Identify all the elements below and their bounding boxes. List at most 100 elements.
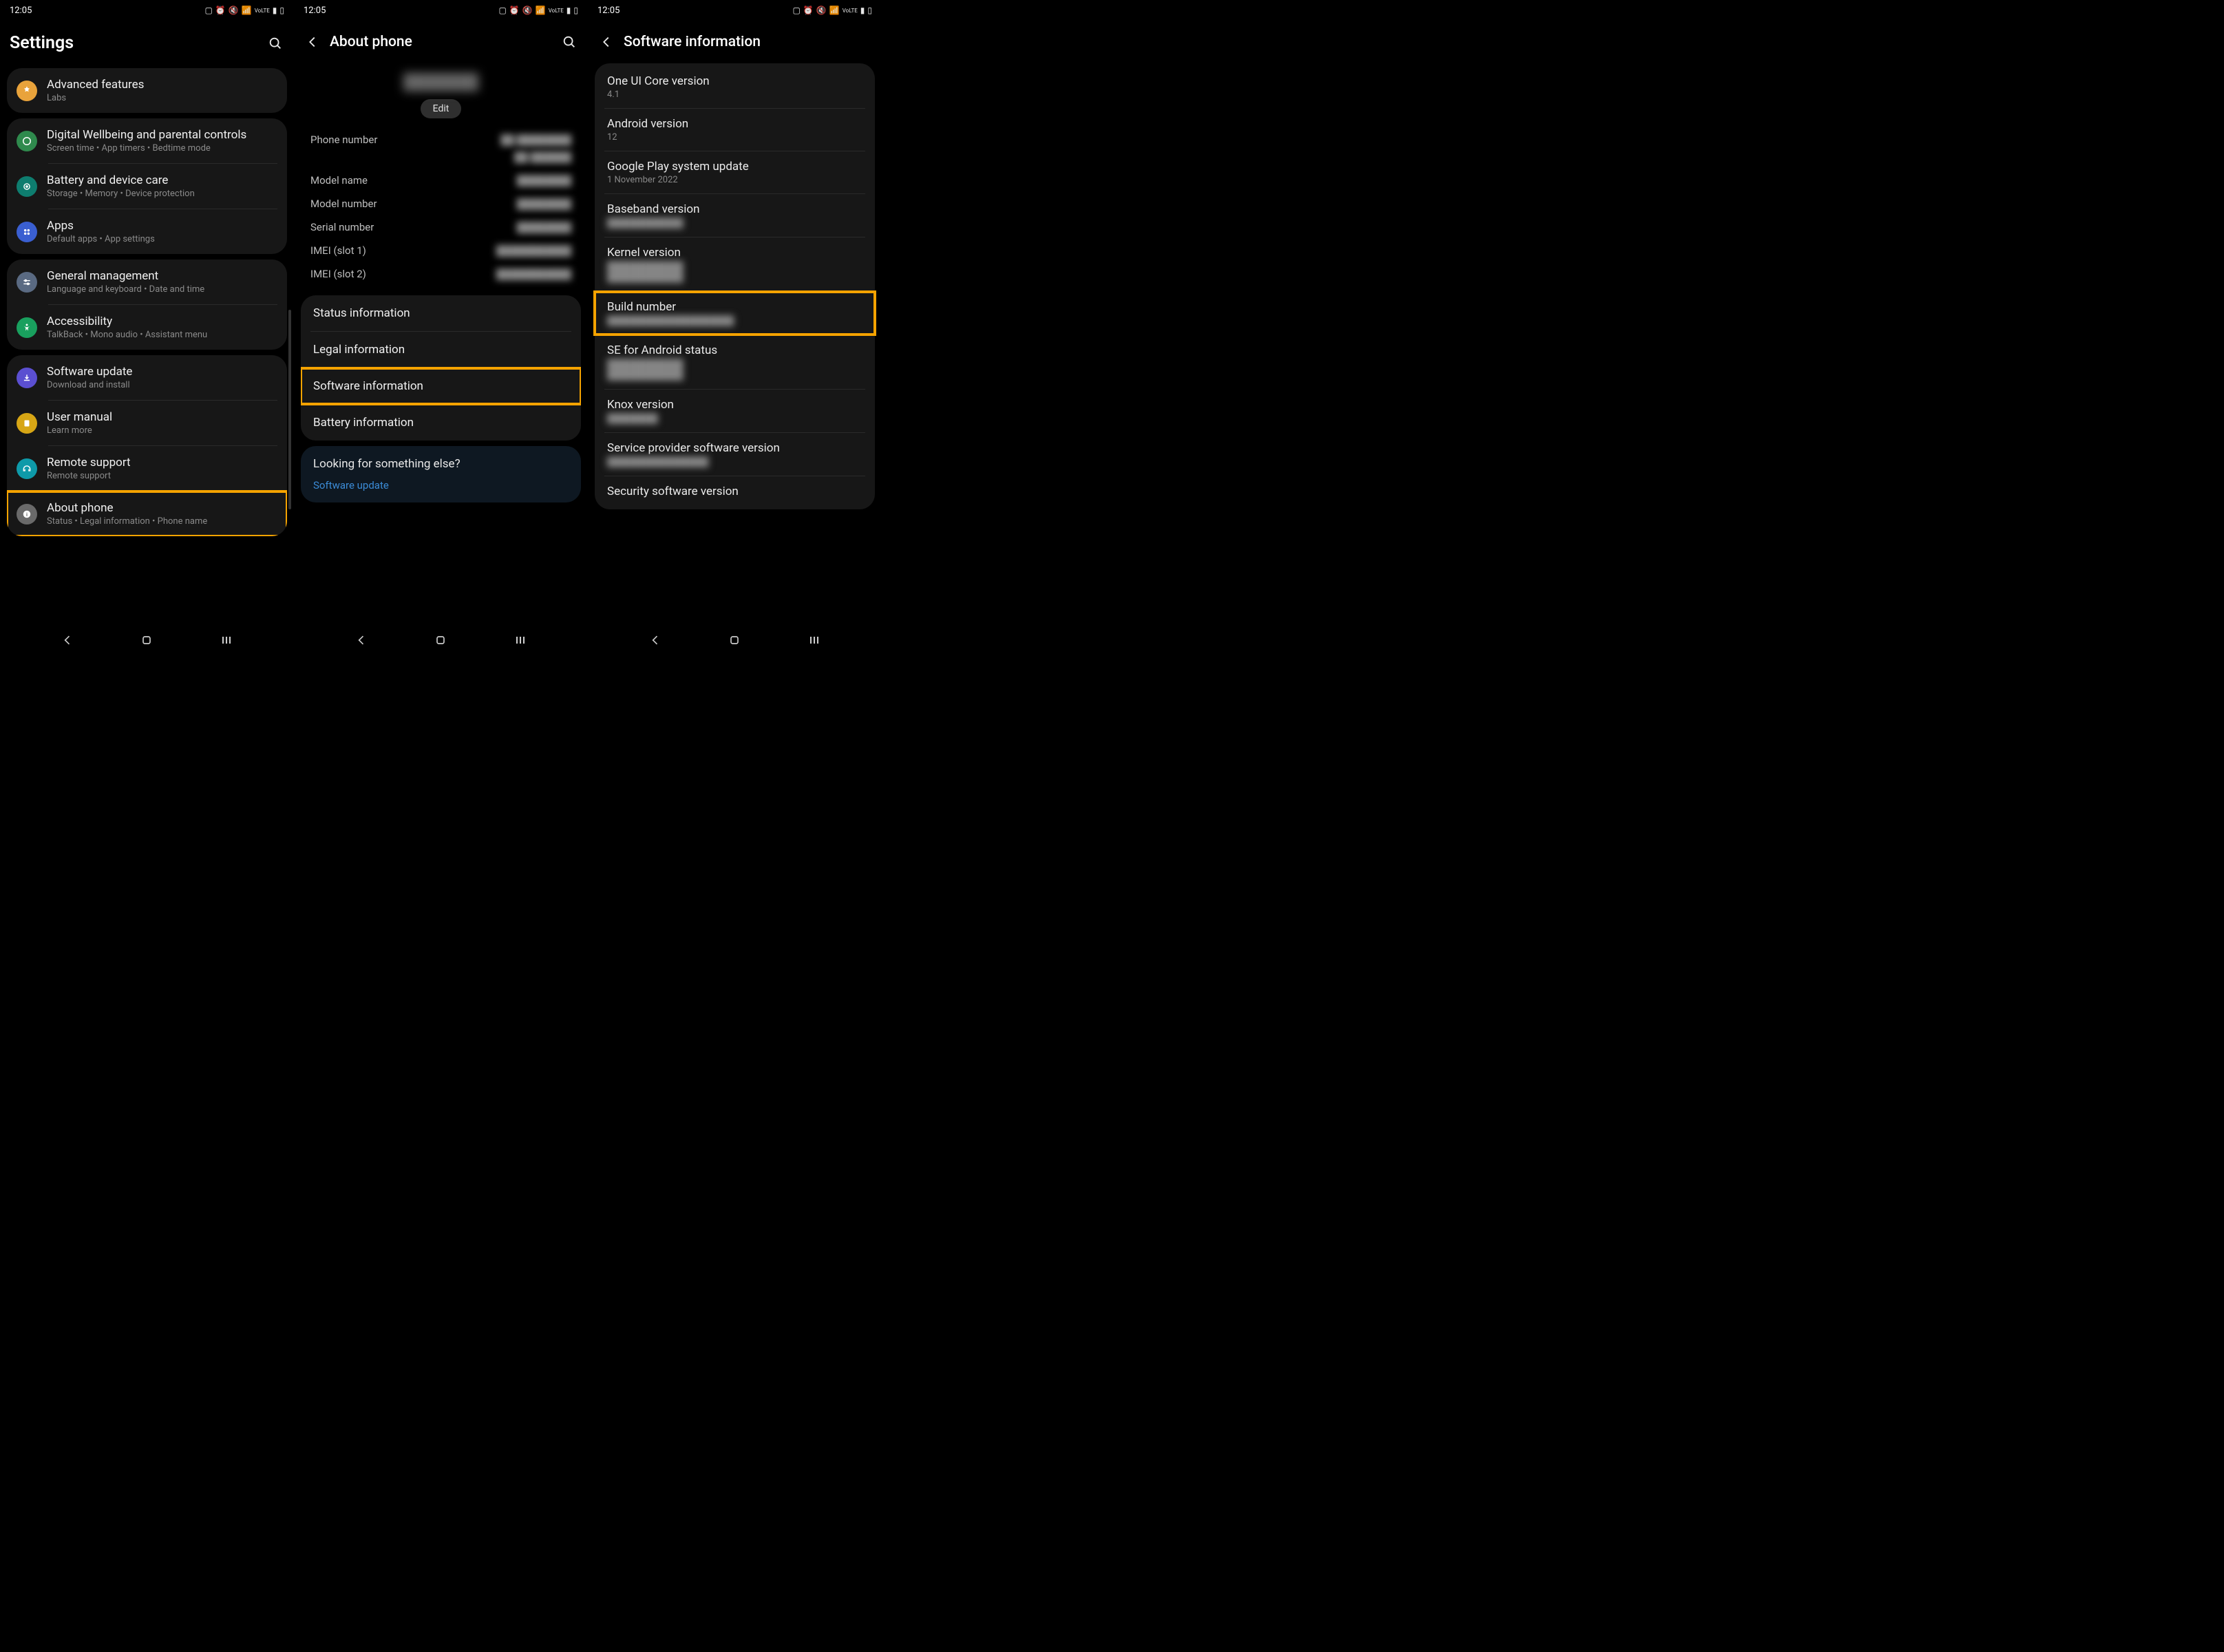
search-button[interactable] bbox=[560, 33, 578, 51]
status-bar: 12:05 ▢ ⏰ 🔇 📶 VoLTE ▮ ▯ bbox=[294, 0, 588, 21]
spec-imei-2: IMEI (slot 2) ███████████ bbox=[298, 262, 584, 286]
remote-support-icon bbox=[17, 458, 37, 479]
suggestion-link-software-update[interactable]: Software update bbox=[301, 475, 581, 502]
spec-value: ████████ bbox=[517, 198, 571, 210]
row-sub: Remote support bbox=[47, 471, 277, 481]
row-title: Remote support bbox=[47, 456, 277, 469]
row-body: User manual Learn more bbox=[47, 410, 277, 436]
settings-group: General management Language and keyboard… bbox=[7, 260, 287, 350]
settings-row-user-manual[interactable]: User manual Learn more bbox=[7, 401, 287, 445]
back-button[interactable] bbox=[304, 33, 321, 51]
spec-value: ████████ bbox=[517, 175, 571, 187]
spec-label: Model name bbox=[310, 174, 368, 187]
spec-value: ██ ██████ bbox=[514, 151, 571, 163]
nav-recents-button[interactable] bbox=[511, 631, 530, 650]
row-value: ████████ bbox=[607, 413, 862, 424]
row-android-version[interactable]: Android version 12 bbox=[595, 109, 875, 151]
edit-button[interactable]: Edit bbox=[421, 99, 462, 118]
wellbeing-icon bbox=[17, 131, 37, 151]
row-service-provider-version[interactable]: Service provider software version ██████… bbox=[595, 433, 875, 476]
settings-content[interactable]: Advanced features Labs Digital Wellbeing… bbox=[0, 63, 294, 625]
spec-value: ██ ████████ bbox=[500, 134, 571, 146]
row-title: Android version bbox=[607, 117, 862, 131]
settings-row-remote-support[interactable]: Remote support Remote support bbox=[7, 446, 287, 491]
row-software-information[interactable]: Software information bbox=[301, 368, 581, 404]
nav-recents-button[interactable] bbox=[805, 631, 824, 650]
search-button[interactable] bbox=[266, 34, 284, 52]
row-title: SE for Android status bbox=[607, 343, 862, 357]
row-sub: Screen time • App timers • Bedtime mode bbox=[47, 143, 277, 153]
row-value: ████████████████████ bbox=[607, 315, 862, 326]
row-body: Apps Default apps • App settings bbox=[47, 219, 277, 244]
settings-row-apps[interactable]: Apps Default apps • App settings bbox=[7, 209, 287, 254]
row-legal-information[interactable]: Legal information bbox=[301, 332, 581, 368]
row-status-information[interactable]: Status information bbox=[301, 295, 581, 331]
lte-icon: VoLTE bbox=[255, 8, 270, 14]
advanced-features-icon bbox=[17, 81, 37, 101]
nav-back-button[interactable] bbox=[646, 631, 665, 650]
spec-value: ███████████ bbox=[496, 245, 571, 257]
settings-group: Advanced features Labs bbox=[7, 68, 287, 113]
phone-name-block: ███████ Edit bbox=[298, 61, 584, 124]
row-body: Digital Wellbeing and parental controls … bbox=[47, 128, 277, 153]
row-sub: Language and keyboard • Date and time bbox=[47, 284, 277, 295]
row-se-android-status[interactable]: SE for Android status ████████████ █████… bbox=[595, 335, 875, 389]
settings-row-general-management[interactable]: General management Language and keyboard… bbox=[7, 260, 287, 304]
software-info-content[interactable]: One UI Core version 4.1 Android version … bbox=[588, 61, 882, 625]
battery-care-icon bbox=[17, 176, 37, 197]
row-baseband-version[interactable]: Baseband version ████████████ bbox=[595, 194, 875, 237]
settings-row-software-update[interactable]: Software update Download and install bbox=[7, 355, 287, 400]
page-title: Software information bbox=[624, 34, 872, 50]
nfc-icon: ▢ bbox=[793, 6, 801, 15]
row-sub: Download and install bbox=[47, 380, 277, 390]
general-management-icon bbox=[17, 272, 37, 293]
row-title: Software information bbox=[313, 379, 569, 393]
row-sub: Learn more bbox=[47, 425, 277, 436]
row-knox-version[interactable]: Knox version ████████ bbox=[595, 390, 875, 432]
settings-row-advanced-features[interactable]: Advanced features Labs bbox=[7, 68, 287, 113]
nav-home-button[interactable] bbox=[431, 631, 450, 650]
nav-back-button[interactable] bbox=[58, 631, 77, 650]
row-build-number[interactable]: Build number ████████████████████ bbox=[595, 292, 875, 335]
spec-model-number: Model number ████████ bbox=[298, 192, 584, 215]
status-time: 12:05 bbox=[304, 6, 326, 16]
row-title: Software update bbox=[47, 365, 277, 379]
nav-recents-button[interactable] bbox=[217, 631, 236, 650]
row-one-ui-version[interactable]: One UI Core version 4.1 bbox=[595, 66, 875, 108]
row-google-play-update[interactable]: Google Play system update 1 November 202… bbox=[595, 151, 875, 193]
nav-home-button[interactable] bbox=[725, 631, 744, 650]
nav-bar bbox=[588, 625, 882, 655]
row-body: Battery and device care Storage • Memory… bbox=[47, 173, 277, 199]
about-content[interactable]: ███████ Edit Phone number ██ ████████ ██… bbox=[294, 61, 588, 625]
wifi-icon: 📶 bbox=[536, 6, 546, 15]
row-security-software-version[interactable]: Security software version bbox=[595, 476, 875, 507]
settings-group: Software update Download and install Use… bbox=[7, 355, 287, 536]
software-info-card: One UI Core version 4.1 Android version … bbox=[595, 63, 875, 509]
row-battery-information[interactable]: Battery information bbox=[301, 405, 581, 441]
row-title: Kernel version bbox=[607, 246, 862, 260]
back-button[interactable] bbox=[597, 33, 615, 51]
row-title: User manual bbox=[47, 410, 277, 424]
row-value: ████████████ ████████████ bbox=[607, 359, 862, 381]
nav-back-button[interactable] bbox=[352, 631, 371, 650]
row-title: Status information bbox=[313, 306, 569, 320]
row-body: Remote support Remote support bbox=[47, 456, 277, 481]
status-time: 12:05 bbox=[597, 6, 619, 16]
spec-value: ███████████ bbox=[496, 268, 571, 280]
spec-model-name: Model name ████████ bbox=[298, 169, 584, 192]
settings-row-digital-wellbeing[interactable]: Digital Wellbeing and parental controls … bbox=[7, 118, 287, 163]
about-phone-icon: i bbox=[17, 504, 37, 525]
software-update-icon bbox=[17, 368, 37, 388]
status-bar: 12:05 ▢ ⏰ 🔇 📶 VoLTE ▮ ▯ bbox=[588, 0, 882, 21]
accessibility-icon bbox=[17, 317, 37, 338]
svg-text:i: i bbox=[26, 511, 28, 517]
lte-icon: VoLTE bbox=[843, 8, 858, 14]
nav-home-button[interactable] bbox=[137, 631, 156, 650]
settings-row-about-phone[interactable]: i About phone Status • Legal information… bbox=[7, 491, 287, 536]
row-kernel-version[interactable]: Kernel version ████████████ ████████████ bbox=[595, 237, 875, 291]
scrollbar[interactable] bbox=[288, 310, 291, 509]
phone-name: ███████ bbox=[298, 73, 584, 91]
settings-row-accessibility[interactable]: Accessibility TalkBack • Mono audio • As… bbox=[7, 305, 287, 350]
settings-row-battery-care[interactable]: Battery and device care Storage • Memory… bbox=[7, 164, 287, 209]
row-value: 4.1 bbox=[607, 89, 862, 100]
